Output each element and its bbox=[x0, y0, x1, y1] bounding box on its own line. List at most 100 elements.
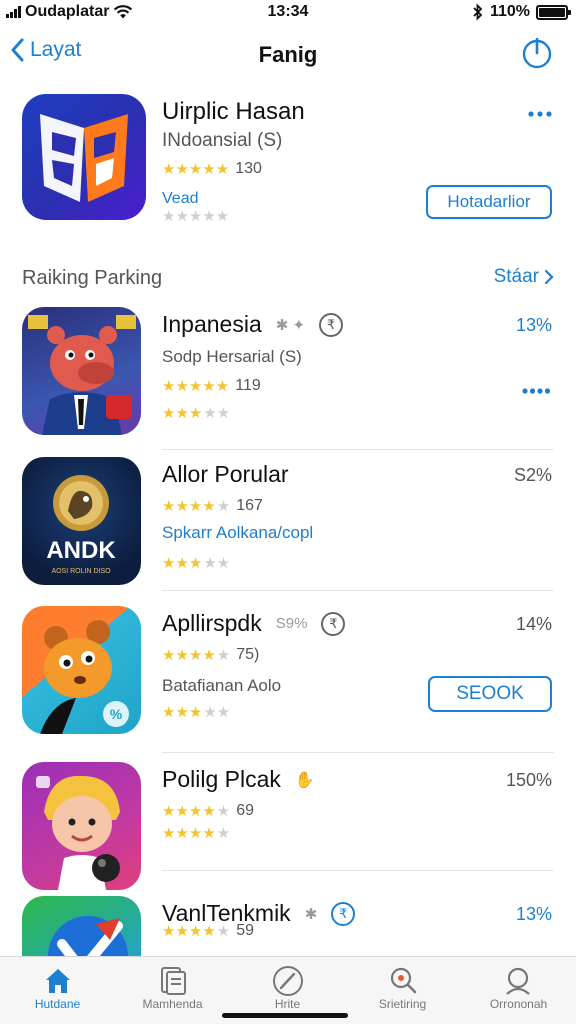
navigation-bar: Layat Fanig bbox=[0, 34, 576, 78]
sparkle-icon: ✱ ✦ bbox=[275, 316, 306, 334]
star-rating-icon: ★★★★★ bbox=[162, 802, 231, 820]
user-rating-stars: ★★★★★ bbox=[162, 405, 230, 423]
rating-count: 69 bbox=[236, 802, 255, 819]
app-icon bbox=[22, 307, 141, 435]
see-all-label: Stáar bbox=[493, 266, 539, 287]
app-row[interactable]: % Apllirspdk S9% ₹ 14% ★★★★ ★ 75) Batafia… bbox=[0, 606, 576, 751]
app-subtitle: Batafianan Aolo bbox=[162, 676, 281, 696]
search-icon bbox=[390, 967, 416, 994]
stars-icon: ★★★★★ bbox=[162, 704, 231, 721]
battery-icon bbox=[536, 4, 571, 20]
app-name-text: Allor Porular bbox=[162, 461, 289, 487]
see-all-link[interactable]: Stáar bbox=[494, 266, 554, 288]
app-name: Apllirspdk S9% ₹ bbox=[162, 610, 346, 637]
app-percent: S2% bbox=[513, 465, 552, 485]
app-rating: ★★★★ ★ 167 bbox=[162, 497, 263, 515]
app-icon bbox=[22, 762, 141, 890]
featured-app[interactable]: Uirplic Hasan INdoansial (S) ★★★★★ 130 V… bbox=[22, 94, 554, 224]
app-percent: 150% bbox=[505, 770, 552, 790]
app-subtitle-text: Batafianan Aolo bbox=[162, 676, 282, 695]
tab-label: Srietiring bbox=[378, 997, 427, 1011]
app-link-text[interactable]: Spkarr Aolkana/copl bbox=[162, 523, 313, 543]
empty-stars-icon: ★★★★★ bbox=[162, 208, 230, 225]
app-rating: ★★★★ ★ 75) bbox=[162, 646, 259, 664]
home-indicator[interactable] bbox=[222, 1013, 348, 1018]
featured-app-name: Uirplic Hasan bbox=[162, 98, 305, 125]
star-rating-icon: ★★★★★ bbox=[162, 497, 231, 515]
rating-count: 167 bbox=[236, 497, 263, 514]
app-icon: ANDK AOSI ROLIN DISO bbox=[22, 457, 141, 585]
ellipsis-icon bbox=[528, 111, 552, 117]
app-percent: 13% bbox=[515, 904, 552, 924]
power-icon bbox=[522, 37, 552, 69]
app-link[interactable]: Spkarr Aolkana/copl bbox=[162, 523, 313, 543]
sparkle-icon: ✱ bbox=[304, 905, 318, 923]
tab-documents[interactable]: Mamhenda bbox=[115, 965, 230, 1011]
tab-label: Orrononah bbox=[489, 997, 548, 1011]
app-rating: ★★★★ ★ 69 bbox=[162, 802, 254, 820]
stars-icon: ★★★★★ bbox=[162, 555, 231, 572]
app-subtitle: Sodp Hersarial (S) bbox=[162, 347, 302, 367]
more-options-button[interactable] bbox=[522, 381, 551, 399]
status-right: 110% bbox=[472, 3, 571, 21]
app-name-text: Polilg Plcak bbox=[162, 766, 281, 792]
get-button[interactable]: SEOOK bbox=[428, 676, 552, 712]
star-rating-icon: ★★★★★ bbox=[162, 646, 231, 664]
star-rating-icon: ★★★★★ bbox=[162, 377, 230, 395]
app-rating: ★★★★ ★ 59 bbox=[162, 922, 254, 940]
app-row[interactable]: Polilg Plcak ✋ 150% ★★★★ ★ 69 ★★★★ ★ bbox=[0, 762, 576, 907]
account-search-icon bbox=[505, 967, 530, 995]
tab-account-search[interactable]: Orrononah bbox=[461, 965, 576, 1011]
featured-app-tag[interactable]: Vead bbox=[162, 190, 198, 208]
rating-count: 130 bbox=[235, 160, 262, 177]
more-options-button[interactable] bbox=[528, 104, 552, 122]
featured-app-icon bbox=[22, 94, 146, 220]
app-subtitle-text: Sodp Hersarial (S) bbox=[162, 347, 302, 366]
app-rating: ★★★★★ 119 bbox=[162, 377, 261, 395]
currency-icon: ₹ bbox=[321, 611, 346, 636]
app-icon: % bbox=[22, 606, 141, 734]
app-name-text: Apllirspdk bbox=[162, 610, 262, 636]
user-rating-stars: ★★★★★ bbox=[162, 555, 230, 573]
divider bbox=[162, 870, 554, 871]
tab-compass[interactable]: Hrite bbox=[230, 965, 345, 1011]
app-row[interactable]: Inpanesia ✱ ✦ ₹ 13% Sodp Hersarial (S) ★… bbox=[0, 307, 576, 452]
star-rating-icon: ★★★★★ bbox=[162, 922, 231, 940]
featured-app-subtitle: INdoansial (S) bbox=[162, 130, 283, 151]
currency-icon: ₹ bbox=[319, 312, 344, 337]
user-rating-stars: ★★★★★ bbox=[162, 704, 230, 722]
app-name: Inpanesia ✱ ✦ ₹ bbox=[162, 311, 344, 338]
page-title: Fanig bbox=[258, 42, 318, 67]
stars-icon: ★★★★★ bbox=[162, 825, 231, 842]
featured-app-button[interactable]: Hotadarlior bbox=[426, 185, 552, 219]
app-name: Allor Porular bbox=[162, 461, 289, 488]
icon-badge: % bbox=[110, 706, 123, 722]
user-rating-stars: ★★★★★ bbox=[162, 826, 230, 841]
app-name-text: Inpanesia bbox=[162, 311, 262, 337]
stars-icon: ★★★★★ bbox=[162, 405, 231, 422]
currency-icon: ₹ bbox=[331, 901, 356, 926]
divider bbox=[162, 590, 554, 591]
battery-percent: 110% bbox=[489, 3, 530, 20]
home-icon bbox=[45, 969, 70, 993]
app-percent: 13% bbox=[515, 315, 552, 335]
tab-home[interactable]: Hutdane bbox=[0, 965, 115, 1011]
rating-count: 75) bbox=[236, 646, 260, 663]
app-name: Polilg Plcak ✋ bbox=[162, 766, 315, 793]
tab-bar: Hutdane Mamhenda Hrite Srietiring Orrono… bbox=[0, 956, 576, 1024]
featured-app-rating: ★★★★★ 130 bbox=[162, 160, 262, 178]
power-button[interactable] bbox=[520, 36, 554, 75]
status-bar: Oudaplatar 13:34 110% bbox=[0, 0, 576, 28]
star-rating-icon: ★★★★★ bbox=[162, 160, 230, 178]
app-row[interactable]: ANDK AOSI ROLIN DISO Allor Porular S2% ★… bbox=[0, 457, 576, 602]
rating-count: 119 bbox=[235, 377, 261, 394]
divider bbox=[162, 449, 554, 450]
app-name-extra: S9% bbox=[275, 615, 308, 632]
documents-icon bbox=[160, 967, 186, 995]
tab-label: Hutdane bbox=[34, 997, 81, 1011]
tab-search[interactable]: Srietiring bbox=[345, 965, 460, 1011]
compass-icon bbox=[272, 966, 303, 996]
rating-count: 59 bbox=[236, 922, 255, 939]
divider bbox=[162, 752, 554, 753]
app-percent: 14% bbox=[515, 614, 552, 634]
